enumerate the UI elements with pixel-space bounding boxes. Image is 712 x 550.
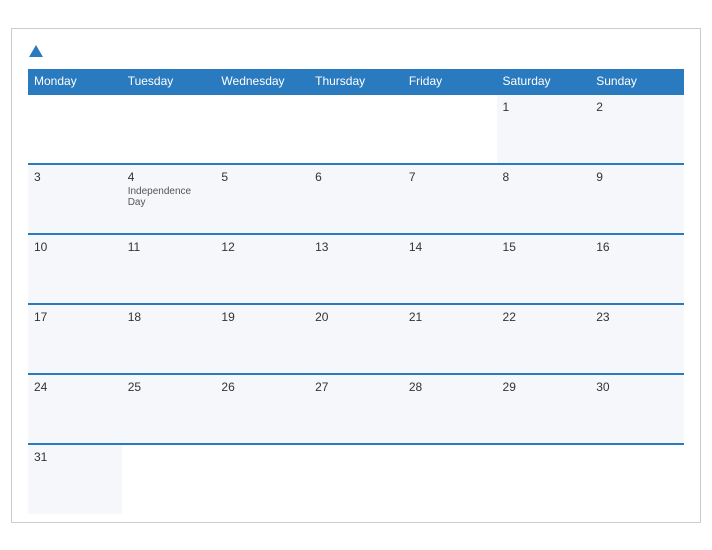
day-number: 14: [409, 240, 491, 254]
calendar-day-cell: [309, 94, 403, 164]
calendar-day-cell: 14: [403, 234, 497, 304]
calendar-day-cell: 9: [590, 164, 684, 234]
weekday-header-row: MondayTuesdayWednesdayThursdayFridaySatu…: [28, 69, 684, 94]
day-number: 31: [34, 450, 116, 464]
day-number: 8: [503, 170, 585, 184]
day-number: 24: [34, 380, 116, 394]
calendar-day-cell: 6: [309, 164, 403, 234]
weekday-saturday: Saturday: [497, 69, 591, 94]
day-number: 19: [221, 310, 303, 324]
calendar-day-cell: 15: [497, 234, 591, 304]
day-number: 27: [315, 380, 397, 394]
calendar-day-cell: [122, 444, 216, 514]
calendar-day-cell: 19: [215, 304, 309, 374]
calendar-day-cell: 21: [403, 304, 497, 374]
calendar-day-cell: [215, 94, 309, 164]
calendar-day-cell: 13: [309, 234, 403, 304]
calendar-week-row: 24 25 26 27 28 29 30: [28, 374, 684, 444]
calendar-day-cell: 24: [28, 374, 122, 444]
calendar-week-row: 10 11 12 13 14 15 16: [28, 234, 684, 304]
calendar-day-cell: 8: [497, 164, 591, 234]
day-number: 1: [503, 100, 585, 114]
calendar-day-cell: 7: [403, 164, 497, 234]
day-number: 9: [596, 170, 678, 184]
calendar-day-cell: 17: [28, 304, 122, 374]
calendar-day-cell: 26: [215, 374, 309, 444]
calendar-day-cell: 29: [497, 374, 591, 444]
day-number: 16: [596, 240, 678, 254]
calendar-day-cell: [403, 94, 497, 164]
day-number: 6: [315, 170, 397, 184]
day-number: 18: [128, 310, 210, 324]
calendar-day-cell: [215, 444, 309, 514]
calendar-day-cell: [122, 94, 216, 164]
calendar-day-cell: 16: [590, 234, 684, 304]
day-number: 30: [596, 380, 678, 394]
weekday-friday: Friday: [403, 69, 497, 94]
calendar-day-cell: 31: [28, 444, 122, 514]
calendar-day-cell: 12: [215, 234, 309, 304]
event-label: Independence Day: [128, 186, 210, 208]
calendar-week-row: 34 Independence Day 56789: [28, 164, 684, 234]
calendar-day-cell: 25: [122, 374, 216, 444]
calendar-day-cell: 30: [590, 374, 684, 444]
weekday-monday: Monday: [28, 69, 122, 94]
day-number: 5: [221, 170, 303, 184]
day-number: 21: [409, 310, 491, 324]
day-number: 11: [128, 240, 210, 254]
day-number: 29: [503, 380, 585, 394]
day-number: 10: [34, 240, 116, 254]
day-number: 7: [409, 170, 491, 184]
day-number: 20: [315, 310, 397, 324]
weekday-wednesday: Wednesday: [215, 69, 309, 94]
calendar-week-row: 17 18 19 20 21 22 23: [28, 304, 684, 374]
calendar-day-cell: 10: [28, 234, 122, 304]
calendar-day-cell: 5: [215, 164, 309, 234]
calendar-day-cell: 27: [309, 374, 403, 444]
logo-triangle-icon: [29, 45, 43, 57]
day-number: 26: [221, 380, 303, 394]
day-number: 25: [128, 380, 210, 394]
calendar-day-cell: [403, 444, 497, 514]
day-number: 2: [596, 100, 678, 114]
day-number: 3: [34, 170, 116, 184]
day-number: 12: [221, 240, 303, 254]
calendar-day-cell: 18: [122, 304, 216, 374]
weekday-tuesday: Tuesday: [122, 69, 216, 94]
calendar-day-cell: [28, 94, 122, 164]
weekday-sunday: Sunday: [590, 69, 684, 94]
day-number: 13: [315, 240, 397, 254]
calendar-day-cell: 2: [590, 94, 684, 164]
calendar-day-cell: 20: [309, 304, 403, 374]
day-number: 17: [34, 310, 116, 324]
calendar-day-cell: 1: [497, 94, 591, 164]
day-number: 4: [128, 170, 210, 184]
calendar-day-cell: [590, 444, 684, 514]
logo: [28, 45, 45, 57]
calendar-day-cell: 28: [403, 374, 497, 444]
calendar-day-cell: 22: [497, 304, 591, 374]
calendar-day-cell: 23: [590, 304, 684, 374]
calendar-week-row: 31: [28, 444, 684, 514]
day-number: 15: [503, 240, 585, 254]
day-number: 28: [409, 380, 491, 394]
day-number: 23: [596, 310, 678, 324]
calendar-container: MondayTuesdayWednesdayThursdayFridaySatu…: [11, 28, 701, 523]
weekday-thursday: Thursday: [309, 69, 403, 94]
calendar-day-cell: [497, 444, 591, 514]
calendar-header: [28, 45, 684, 57]
calendar-day-cell: 4 Independence Day: [122, 164, 216, 234]
calendar-week-row: 12: [28, 94, 684, 164]
calendar-day-cell: 11: [122, 234, 216, 304]
calendar-table: MondayTuesdayWednesdayThursdayFridaySatu…: [28, 69, 684, 514]
calendar-day-cell: 3: [28, 164, 122, 234]
calendar-day-cell: [309, 444, 403, 514]
day-number: 22: [503, 310, 585, 324]
